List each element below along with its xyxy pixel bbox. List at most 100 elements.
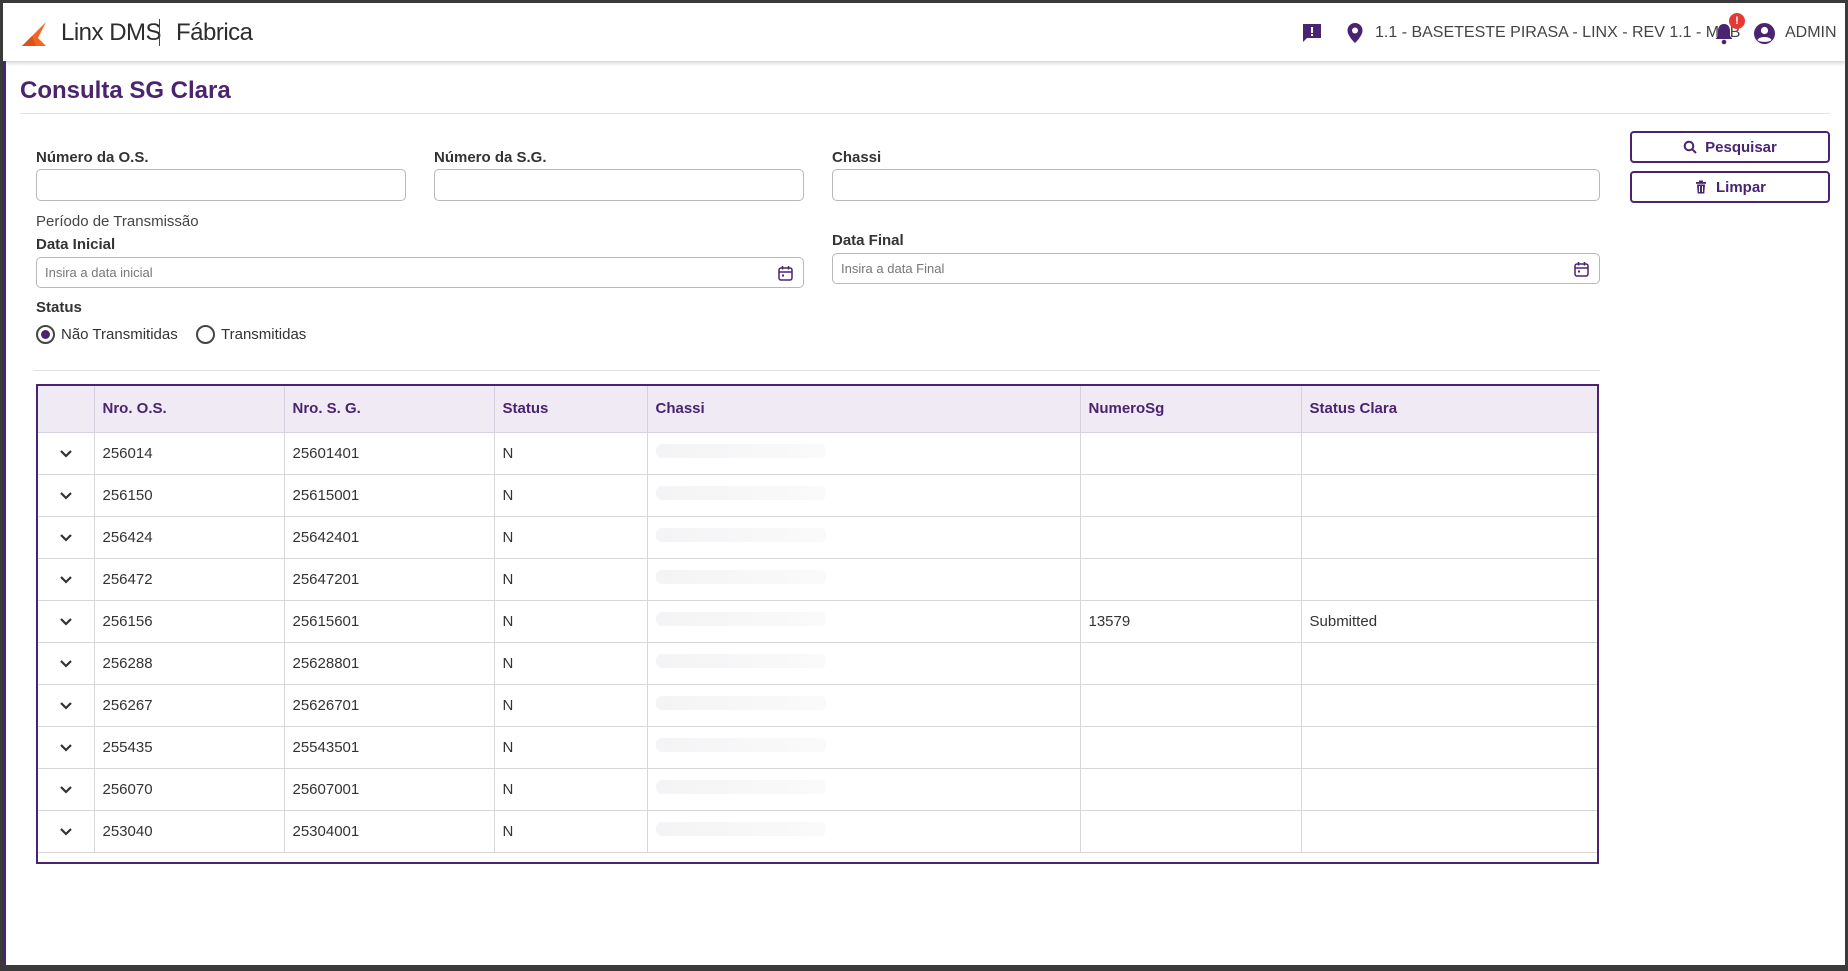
cell-sg: 25626701 [284, 684, 495, 727]
column-header-numero-sg[interactable]: NumeroSg [1080, 386, 1302, 433]
cell-status: N [494, 600, 648, 643]
location-selector[interactable]: 1.1 - BASETESTE PIRASA - LINX - REV 1.1 … [1375, 24, 1740, 42]
cell-numero-sg [1080, 432, 1302, 475]
status-radio-not-transmitted[interactable]: Não Transmitidas [36, 325, 178, 344]
cell-status: N [494, 558, 648, 601]
chevron-down-icon[interactable] [59, 743, 73, 753]
chat-alert-icon[interactable] [1301, 22, 1323, 44]
redacted-chassi [655, 444, 826, 458]
sg-number-input[interactable] [434, 169, 804, 201]
expand-cell[interactable] [38, 726, 95, 769]
search-button-label: Pesquisar [1705, 138, 1777, 156]
sg-number-label: Número da S.G. [434, 149, 547, 166]
chevron-down-icon[interactable] [59, 575, 73, 585]
redacted-chassi [655, 738, 826, 752]
start-date-input[interactable] [37, 258, 803, 287]
chevron-down-icon[interactable] [59, 617, 73, 627]
top-bar: Linx DMS Fábrica 1.1 - BASETESTE PIRASA … [3, 3, 1845, 61]
redacted-chassi [655, 612, 826, 626]
calendar-icon[interactable] [1574, 261, 1589, 277]
cell-os: 255435 [94, 726, 285, 769]
app-window: Linx DMS Fábrica 1.1 - BASETESTE PIRASA … [3, 3, 1845, 965]
user-avatar-icon[interactable] [1753, 22, 1776, 45]
chevron-down-icon[interactable] [59, 533, 73, 543]
end-date-input[interactable] [833, 254, 1599, 283]
column-header-status[interactable]: Status [494, 386, 648, 433]
table-row[interactable]: 256070 25607001 N [38, 768, 1597, 811]
cell-chassi [647, 642, 1081, 685]
cell-status: N [494, 432, 648, 475]
linx-logo-icon [22, 22, 46, 46]
expand-cell[interactable] [38, 474, 95, 517]
cell-numero-sg [1080, 726, 1302, 769]
table-row[interactable]: 256472 25647201 N [38, 558, 1597, 601]
chassi-label: Chassi [832, 149, 882, 166]
radio-label: Transmitidas [221, 326, 307, 343]
cell-os: 256014 [94, 432, 285, 475]
table-row[interactable]: 253040 25304001 N [38, 810, 1597, 853]
expand-cell[interactable] [38, 600, 95, 643]
chevron-down-icon[interactable] [59, 659, 73, 669]
search-button[interactable]: Pesquisar [1630, 131, 1830, 163]
cell-status-clara [1301, 684, 1597, 727]
radio-button-checked[interactable] [36, 325, 55, 344]
start-date-field[interactable] [36, 257, 804, 288]
expand-cell[interactable] [38, 810, 95, 853]
cell-sg: 25615001 [284, 474, 495, 517]
table-row[interactable]: 256288 25628801 N [38, 642, 1597, 685]
column-header-chassi[interactable]: Chassi [647, 386, 1081, 433]
cell-chassi [647, 810, 1081, 853]
clear-button[interactable]: Limpar [1630, 171, 1830, 203]
column-header-sg[interactable]: Nro. S. G. [284, 386, 495, 433]
cell-chassi [647, 726, 1081, 769]
status-label: Status [36, 299, 82, 316]
cell-os: 256424 [94, 516, 285, 559]
expand-cell[interactable] [38, 516, 95, 559]
cell-status-clara [1301, 432, 1597, 475]
cell-numero-sg [1080, 516, 1302, 559]
expand-cell[interactable] [38, 432, 95, 475]
calendar-icon[interactable] [778, 265, 793, 281]
redacted-chassi [655, 780, 826, 794]
expand-cell[interactable] [38, 768, 95, 811]
table-row[interactable]: 256267 25626701 N [38, 684, 1597, 727]
redacted-chassi [655, 486, 826, 500]
chassi-input[interactable] [832, 169, 1600, 201]
cell-status: N [494, 474, 648, 517]
radio-button[interactable] [196, 325, 215, 344]
brand-name: Linx DMS [61, 19, 162, 46]
os-number-input[interactable] [36, 169, 406, 201]
column-header-status-clara[interactable]: Status Clara [1301, 386, 1597, 433]
status-radio-transmitted[interactable]: Transmitidas [196, 325, 306, 344]
column-header-os[interactable]: Nro. O.S. [94, 386, 285, 433]
chevron-down-icon[interactable] [59, 449, 73, 459]
cell-os: 256288 [94, 642, 285, 685]
expand-cell[interactable] [38, 684, 95, 727]
cell-chassi [647, 558, 1081, 601]
table-row[interactable]: 255435 25543501 N [38, 726, 1597, 769]
table-row[interactable]: 256150 25615001 N [38, 474, 1597, 517]
cell-status-clara [1301, 768, 1597, 811]
end-date-field[interactable] [832, 253, 1600, 284]
chevron-down-icon[interactable] [59, 785, 73, 795]
cell-os: 256156 [94, 600, 285, 643]
expand-cell[interactable] [38, 642, 95, 685]
results-table-container: Nro. O.S. Nro. S. G. Status Chassi Numer… [36, 384, 1599, 864]
cell-chassi [647, 768, 1081, 811]
cell-status: N [494, 768, 648, 811]
table-row[interactable]: 256424 25642401 N [38, 516, 1597, 559]
chevron-down-icon[interactable] [59, 491, 73, 501]
cell-sg: 25304001 [284, 810, 495, 853]
cell-chassi [647, 432, 1081, 475]
chevron-down-icon[interactable] [59, 701, 73, 711]
user-name[interactable]: ADMIN [1785, 24, 1837, 42]
cell-os: 253040 [94, 810, 285, 853]
cell-status-clara [1301, 516, 1597, 559]
table-row[interactable]: 256014 25601401 N [38, 432, 1597, 475]
chevron-down-icon[interactable] [59, 827, 73, 837]
table-row[interactable]: 256156 25615601 N 13579 Submitted [38, 600, 1597, 643]
redacted-chassi [655, 696, 826, 710]
expand-cell[interactable] [38, 558, 95, 601]
location-pin-icon[interactable] [1346, 22, 1364, 44]
cell-sg: 25543501 [284, 726, 495, 769]
